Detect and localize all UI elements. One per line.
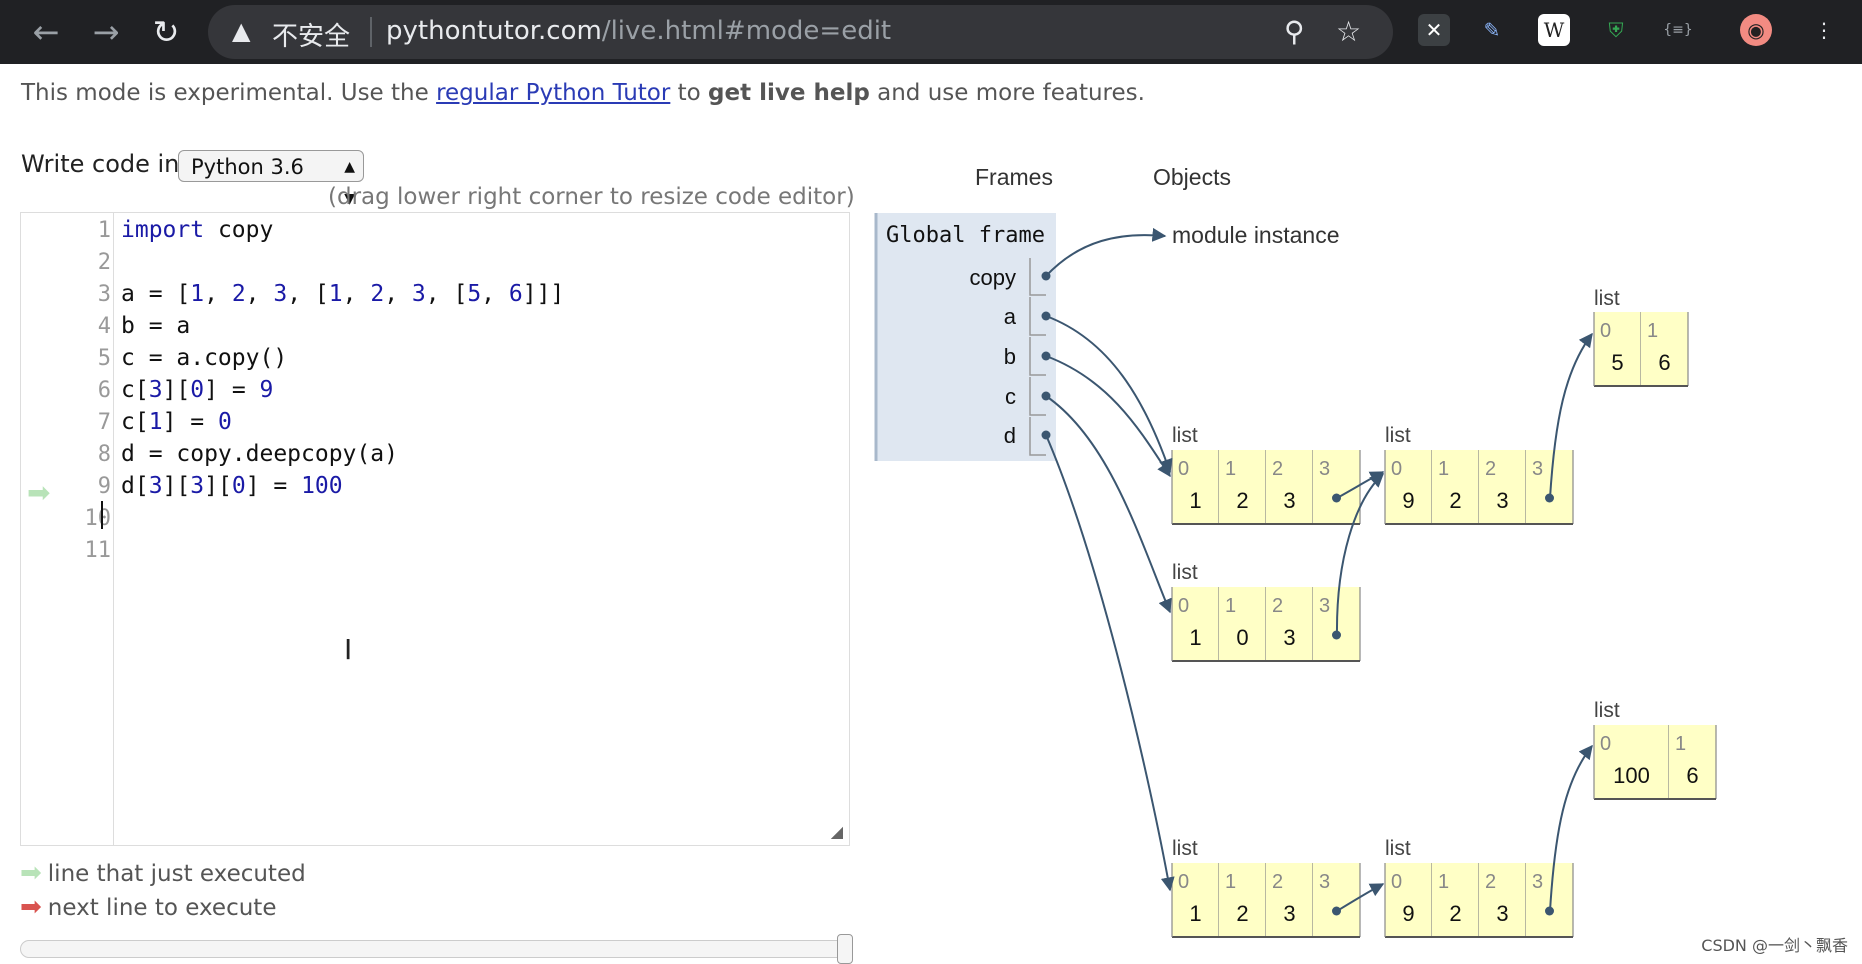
list-index: 3 (1532, 458, 1543, 480)
csdn-watermark: CSDN @一剑丶飘香 (1701, 936, 1848, 955)
arrow-b (1045, 355, 1171, 478)
list-label: list (1172, 424, 1198, 447)
list-index: 2 (1485, 458, 1496, 480)
list-value: 2 (1236, 488, 1248, 513)
global-frame (876, 213, 1056, 461)
list-value: 6 (1686, 763, 1698, 788)
list-index: 3 (1532, 871, 1543, 893)
list-index: 3 (1319, 458, 1330, 480)
list-label: list (1594, 699, 1620, 722)
objects-header: Objects (1153, 164, 1231, 190)
list-index: 2 (1485, 871, 1496, 893)
list-value: 9 (1402, 488, 1414, 513)
list-index: 2 (1272, 458, 1283, 480)
var-b: b (1004, 344, 1016, 369)
list-value: 3 (1283, 625, 1295, 650)
var-d: d (1004, 423, 1016, 448)
list-pointer (1332, 493, 1341, 503)
list-index: 0 (1600, 733, 1611, 755)
list-value: 1 (1189, 901, 1201, 926)
list-value: 3 (1496, 901, 1508, 926)
list-index: 1 (1438, 871, 1449, 893)
list-index: 0 (1178, 595, 1189, 617)
list-index: 0 (1391, 458, 1402, 480)
list-value: 3 (1283, 488, 1295, 513)
list-index: 0 (1391, 871, 1402, 893)
list-index: 2 (1272, 871, 1283, 893)
list-value: 1 (1189, 488, 1201, 513)
list-label: list (1385, 424, 1411, 447)
arrow-c (1045, 395, 1172, 614)
list-index: 1 (1225, 595, 1236, 617)
list-index: 3 (1319, 871, 1330, 893)
list-value: 0 (1236, 625, 1248, 650)
list-value: 6 (1658, 350, 1670, 375)
frames-header: Frames (975, 164, 1053, 190)
list-value: 100 (1613, 763, 1650, 788)
list-value: 2 (1449, 488, 1461, 513)
list-label: list (1385, 837, 1411, 860)
list-value: 2 (1449, 901, 1461, 926)
list-label: list (1172, 837, 1198, 860)
list-index: 0 (1178, 458, 1189, 480)
arrow-d (1045, 434, 1175, 892)
list-value: 3 (1496, 488, 1508, 513)
global-frame-label: Global frame (886, 223, 1045, 248)
list-index: 1 (1675, 733, 1686, 755)
var-copy: copy (970, 265, 1016, 290)
memory-visualization: Frames Objects Global frame copy a b c d… (874, 164, 1717, 938)
list-label: list (1172, 561, 1198, 584)
list-index: 1 (1225, 871, 1236, 893)
list-index: 1 (1225, 458, 1236, 480)
list-value: 2 (1236, 901, 1248, 926)
list-label: list (1594, 287, 1620, 310)
list-index: 1 (1438, 458, 1449, 480)
list-index: 0 (1600, 320, 1611, 342)
list-pointer (1332, 906, 1341, 916)
list-value: 1 (1189, 625, 1201, 650)
module-instance-label: module instance (1172, 222, 1340, 248)
arrow-copy (1045, 227, 1167, 277)
list-value: 5 (1611, 350, 1623, 375)
var-a: a (1004, 304, 1017, 329)
list-value: 9 (1402, 901, 1414, 926)
list-index: 2 (1272, 595, 1283, 617)
list-index: 1 (1647, 320, 1658, 342)
list-index: 0 (1178, 871, 1189, 893)
list-value: 3 (1283, 901, 1295, 926)
list-index: 3 (1319, 595, 1330, 617)
var-c: c (1005, 384, 1016, 409)
